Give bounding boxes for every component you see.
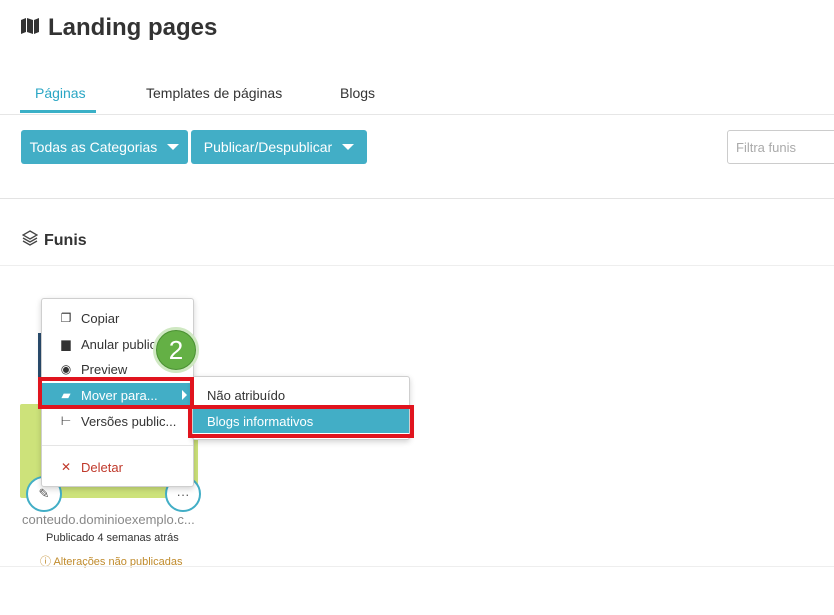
active-tab-indicator	[20, 110, 96, 113]
eye-icon: ◉	[60, 362, 72, 376]
versions-icon: ⊢	[60, 414, 72, 428]
section-heading: Funis	[21, 230, 87, 251]
menu-item-label: Deletar	[81, 459, 123, 475]
menu-item-label: Anular publica	[81, 336, 164, 352]
step-badge: 2	[153, 327, 199, 373]
x-icon: ✕	[60, 460, 72, 474]
card-published-status: Publicado 4 semanas atrás	[46, 532, 179, 544]
ellipsis-icon: ···	[176, 486, 190, 502]
pencil-icon: ✎	[38, 486, 50, 501]
tab-bar: Páginas Templates de páginas Blogs	[0, 78, 834, 115]
page-title: Landing pages	[20, 14, 217, 42]
publish-label: Publicar/Despublicar	[203, 139, 333, 155]
categories-dropdown-button[interactable]: Todas as Categorias	[21, 130, 188, 164]
divider	[0, 198, 834, 199]
publish-dropdown-button[interactable]: Publicar/Despublicar	[191, 130, 367, 164]
menu-item-copiar[interactable]: ❐ Copiar	[42, 306, 193, 330]
unpublish-icon: ▆	[61, 337, 71, 351]
menu-item-deletar[interactable]: ✕ Deletar	[42, 455, 193, 479]
highlight-box-mover-para	[38, 377, 194, 409]
filter-input[interactable]	[727, 130, 834, 164]
page-title-text: Landing pages	[48, 14, 218, 41]
tab-blogs[interactable]: Blogs	[340, 85, 375, 101]
tab-paginas[interactable]: Páginas	[35, 85, 86, 101]
map-icon	[20, 14, 40, 42]
section-title: Funis	[44, 231, 87, 249]
menu-divider	[42, 445, 193, 446]
divider	[0, 265, 834, 266]
caret-down-icon	[342, 144, 355, 150]
card-url[interactable]: conteudo.dominioexemplo.c...	[22, 512, 195, 527]
menu-item-versoes[interactable]: ⊢ Versões public...	[42, 409, 193, 433]
categories-label: Todas as Categorias	[29, 139, 158, 155]
layers-icon	[21, 230, 39, 251]
tab-templates[interactable]: Templates de páginas	[146, 85, 282, 101]
menu-item-label: Versões public...	[81, 413, 177, 429]
menu-item-label: Preview	[81, 361, 128, 377]
divider	[0, 566, 834, 567]
highlight-box-blogs-informativos	[188, 405, 414, 438]
caret-down-icon	[167, 144, 180, 150]
menu-item-label: Copiar	[81, 310, 120, 326]
submenu-item-nao-atribuido[interactable]: Não atribuído	[193, 383, 409, 407]
copy-icon: ❐	[60, 311, 72, 325]
